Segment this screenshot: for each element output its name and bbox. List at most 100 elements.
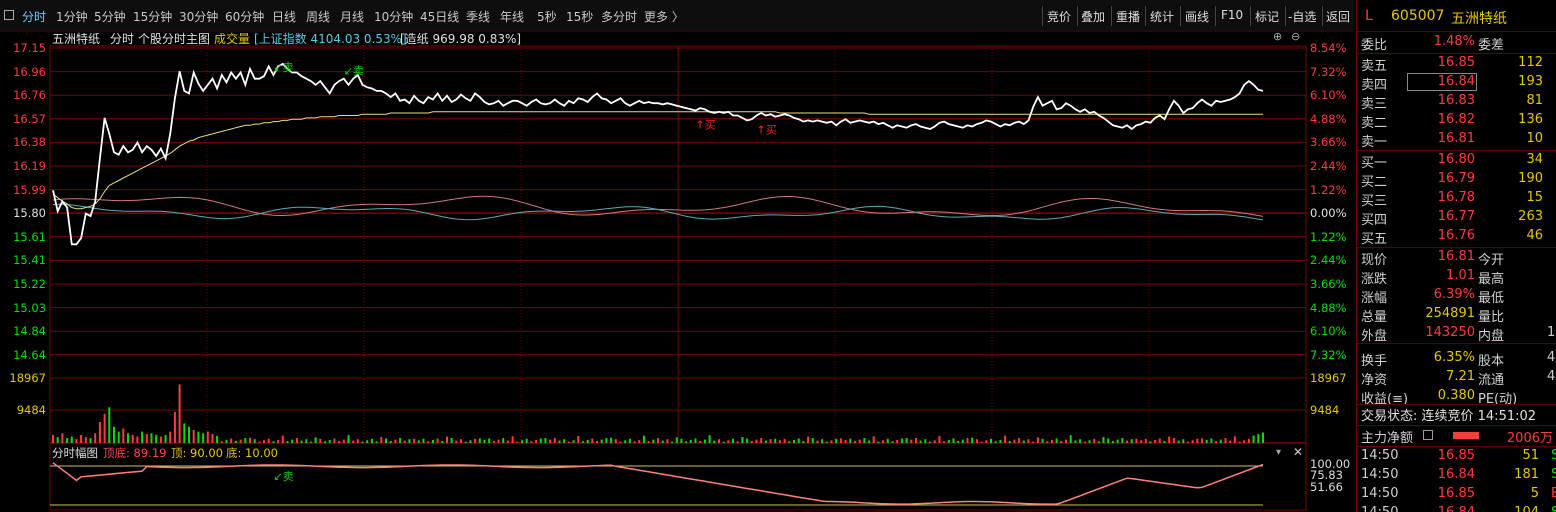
- volume-bar: [891, 441, 894, 443]
- ask-price[interactable]: 16.85: [1438, 55, 1475, 70]
- zoom-out-icon[interactable]: ⊖: [1291, 30, 1300, 43]
- ask-price[interactable]: 16.83: [1438, 93, 1475, 108]
- stat-row: 净资 7.21 流通 4: [1357, 369, 1556, 388]
- pct-tick-label: 1.22%: [1310, 182, 1347, 197]
- bid-price[interactable]: 16.79: [1438, 171, 1475, 186]
- volume-bar: [610, 437, 613, 443]
- volume-bar: [516, 441, 519, 443]
- sell-signal[interactable]: ↙卖: [273, 61, 293, 74]
- volume-bar: [1032, 441, 1035, 443]
- sub-top: 顶: 90.00: [171, 446, 223, 460]
- bid-row[interactable]: 买二 16.79 190: [1357, 171, 1556, 190]
- stat-label2: 量比: [1478, 310, 1505, 325]
- volume-bar: [708, 435, 711, 443]
- bid-volume: 190: [1518, 171, 1543, 186]
- volume-bar: [131, 434, 134, 443]
- volume-bar: [924, 439, 927, 443]
- volume-bar: [521, 440, 523, 443]
- volume-bar: [788, 441, 791, 443]
- volume-bar: [441, 441, 444, 443]
- volume-bar: [1140, 440, 1143, 443]
- volume-bar: [882, 440, 885, 443]
- pct-tick-label: 7.32%: [1310, 64, 1347, 79]
- bid-price[interactable]: 16.80: [1438, 152, 1475, 167]
- volume-bar: [211, 433, 214, 443]
- stat-label2: 最高: [1478, 272, 1505, 287]
- main-net-value: 2006万: [1506, 431, 1553, 446]
- stat-label: 外盘: [1361, 329, 1388, 344]
- volume-bar: [455, 440, 458, 443]
- volume-bar: [821, 439, 824, 443]
- volume-bar: [582, 441, 584, 443]
- volume-bar: [525, 438, 528, 443]
- quote-panel: L 605007 五洲特纸 委比 1.48% 委差 卖五 16.85 112 卖…: [1356, 0, 1556, 512]
- volume-bar: [234, 441, 237, 443]
- zoom-in-icon[interactable]: ⊕: [1273, 30, 1282, 43]
- tick-price: 16.84: [1437, 467, 1475, 482]
- price-tick-label: 16.38: [13, 135, 46, 150]
- volume-bar: [1079, 439, 1082, 443]
- list-icon[interactable]: [1423, 430, 1433, 440]
- volume-bar: [511, 436, 514, 443]
- bid-price[interactable]: 16.77: [1438, 209, 1475, 224]
- ask-row[interactable]: 卖二 16.82 136: [1357, 112, 1556, 131]
- bid-row[interactable]: 买三 16.78 15: [1357, 190, 1556, 209]
- buy-signal[interactable]: ↑买: [696, 119, 716, 132]
- volume-bar: [361, 441, 364, 443]
- volume-bar: [164, 434, 167, 443]
- panel-divider: [1357, 446, 1556, 447]
- sub-dropdown-icon[interactable]: ▾: [1276, 447, 1281, 458]
- volume-bar: [1219, 439, 1222, 443]
- volume-bar: [366, 440, 369, 443]
- volume-bar: [281, 435, 284, 443]
- bid-price[interactable]: 16.78: [1438, 190, 1475, 205]
- volume-bar: [642, 435, 645, 443]
- volume-bar: [103, 413, 106, 444]
- stat-label2: 流通: [1478, 373, 1505, 388]
- volume-bar: [1224, 438, 1227, 443]
- volume-bar: [1191, 440, 1194, 443]
- volume-bar: [263, 440, 265, 443]
- bid-price[interactable]: 16.76: [1438, 228, 1475, 243]
- intraday-chart[interactable]: ↙卖 ↙卖 ↑买 ↑买 ↙卖: [0, 0, 1354, 512]
- volume-bar: [966, 438, 969, 443]
- ask-row[interactable]: 卖五 16.85 112: [1357, 55, 1556, 74]
- volume-bar: [774, 438, 777, 443]
- volume-bar: [1205, 439, 1208, 443]
- stat-label2: 股本: [1478, 354, 1505, 369]
- volume-bar: [1004, 435, 1007, 443]
- stat-value: 1.01: [1446, 268, 1475, 283]
- ask-price[interactable]: 16.82: [1438, 112, 1475, 127]
- volume-bar: [722, 441, 725, 443]
- volume-bar: [408, 439, 411, 443]
- volume-bar: [178, 384, 181, 443]
- weibi-value: 1.48%: [1433, 34, 1475, 49]
- volume-bar: [324, 441, 326, 443]
- volume-bar: [764, 440, 767, 443]
- volume-bar: [155, 434, 158, 443]
- volume-bar: [1116, 439, 1119, 443]
- bid-row[interactable]: 买一 16.80 34: [1357, 152, 1556, 171]
- volume-bar: [825, 441, 828, 443]
- volume-bar: [249, 437, 251, 443]
- volume-bar: [793, 439, 795, 443]
- market-tag: L: [1365, 8, 1373, 24]
- volume-bar: [338, 441, 341, 443]
- volume-bar: [1163, 441, 1166, 443]
- sell-signal[interactable]: ↙卖: [344, 65, 364, 78]
- volume-bar: [699, 441, 702, 443]
- ask-row[interactable]: 卖一 16.81 10: [1357, 131, 1556, 150]
- pct-tick-label: 0.00%: [1310, 206, 1347, 221]
- stock-terminal: 分时 1分钟 5分钟 15分钟 30分钟 60分钟 日线 周线 月线 10分钟 …: [0, 0, 1556, 512]
- volume-bar: [286, 441, 289, 443]
- volume-bar: [797, 438, 800, 443]
- sub-close-icon[interactable]: ✕: [1293, 445, 1303, 459]
- stat-row: 涨幅 6.39% 最低: [1357, 287, 1556, 306]
- volume-bar: [1135, 438, 1138, 443]
- ask-price[interactable]: 16.81: [1438, 131, 1475, 146]
- volume-bar: [460, 439, 462, 443]
- bid-row[interactable]: 买五 16.76 46: [1357, 228, 1556, 247]
- bid-row[interactable]: 买四 16.77 263: [1357, 209, 1556, 228]
- buy-signal[interactable]: ↑买: [756, 123, 776, 136]
- ask-row[interactable]: 卖三 16.83 81: [1357, 93, 1556, 112]
